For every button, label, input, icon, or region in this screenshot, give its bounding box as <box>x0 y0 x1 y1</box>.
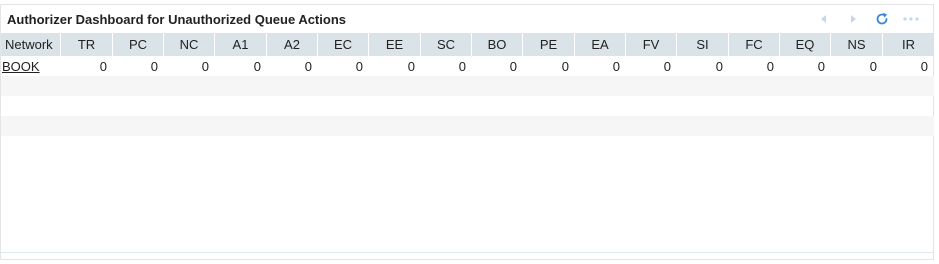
table-header-row: Network TR PC NC A1 A2 EC EE SC BO PE EA… <box>1 33 934 56</box>
dashboard-panel: Authorizer Dashboard for Unauthorized Qu… <box>0 4 934 260</box>
count-cell: 0 <box>663 58 671 74</box>
column-header-sc[interactable]: SC <box>421 33 472 56</box>
column-header-ns[interactable]: NS <box>831 33 883 56</box>
panel-divider <box>1 252 933 253</box>
panel-toolbar <box>809 10 925 28</box>
empty-row <box>1 116 934 136</box>
refresh-button[interactable] <box>867 10 896 28</box>
network-cell: BOOK <box>1 56 61 76</box>
count-cell: 0 <box>920 58 928 74</box>
column-header-fv[interactable]: FV <box>626 33 677 56</box>
count-cell: 0 <box>612 58 620 74</box>
count-cell: 0 <box>561 58 569 74</box>
empty-row <box>1 76 934 96</box>
column-header-a2[interactable]: A2 <box>267 33 318 56</box>
count-cell: 0 <box>99 58 107 74</box>
count-cell: 0 <box>201 58 209 74</box>
column-header-ee[interactable]: EE <box>369 33 421 56</box>
chevron-right-icon <box>850 15 856 23</box>
count-cell: 0 <box>355 58 363 74</box>
previous-page-button[interactable] <box>809 10 838 28</box>
count-cell: 0 <box>817 58 825 74</box>
column-header-network[interactable]: Network <box>1 33 61 56</box>
table-row: BOOK 0 0 0 0 0 0 0 0 0 0 0 0 0 0 0 0 0 <box>1 56 934 76</box>
column-header-pe[interactable]: PE <box>523 33 575 56</box>
column-header-bo[interactable]: BO <box>472 33 523 56</box>
count-cell: 0 <box>253 58 261 74</box>
count-cell: 0 <box>407 58 415 74</box>
more-horizontal-icon <box>902 17 919 21</box>
column-header-pc[interactable]: PC <box>113 33 164 56</box>
column-header-eq[interactable]: EQ <box>780 33 831 56</box>
column-header-si[interactable]: SI <box>677 33 729 56</box>
column-header-fc[interactable]: FC <box>729 33 780 56</box>
panel-header: Authorizer Dashboard for Unauthorized Qu… <box>1 5 933 33</box>
count-cell: 0 <box>766 58 774 74</box>
queue-actions-table: Network TR PC NC A1 A2 EC EE SC BO PE EA… <box>1 33 934 136</box>
count-cell: 0 <box>509 58 517 74</box>
empty-row <box>1 96 934 116</box>
count-cell: 0 <box>715 58 723 74</box>
count-cell: 0 <box>304 58 312 74</box>
column-header-tr[interactable]: TR <box>61 33 113 56</box>
column-header-ea[interactable]: EA <box>575 33 626 56</box>
column-header-ir[interactable]: IR <box>883 33 934 56</box>
panel-title: Authorizer Dashboard for Unauthorized Qu… <box>7 12 346 27</box>
more-options-button[interactable] <box>896 10 925 28</box>
network-link-book[interactable]: BOOK <box>2 59 40 74</box>
refresh-icon <box>876 12 887 25</box>
count-cell: 0 <box>869 58 877 74</box>
count-cell: 0 <box>458 58 466 74</box>
column-header-a1[interactable]: A1 <box>215 33 267 56</box>
column-header-nc[interactable]: NC <box>164 33 215 56</box>
next-page-button[interactable] <box>838 10 867 28</box>
count-cell: 0 <box>150 58 158 74</box>
column-header-ec[interactable]: EC <box>318 33 369 56</box>
chevron-left-icon <box>820 15 826 23</box>
